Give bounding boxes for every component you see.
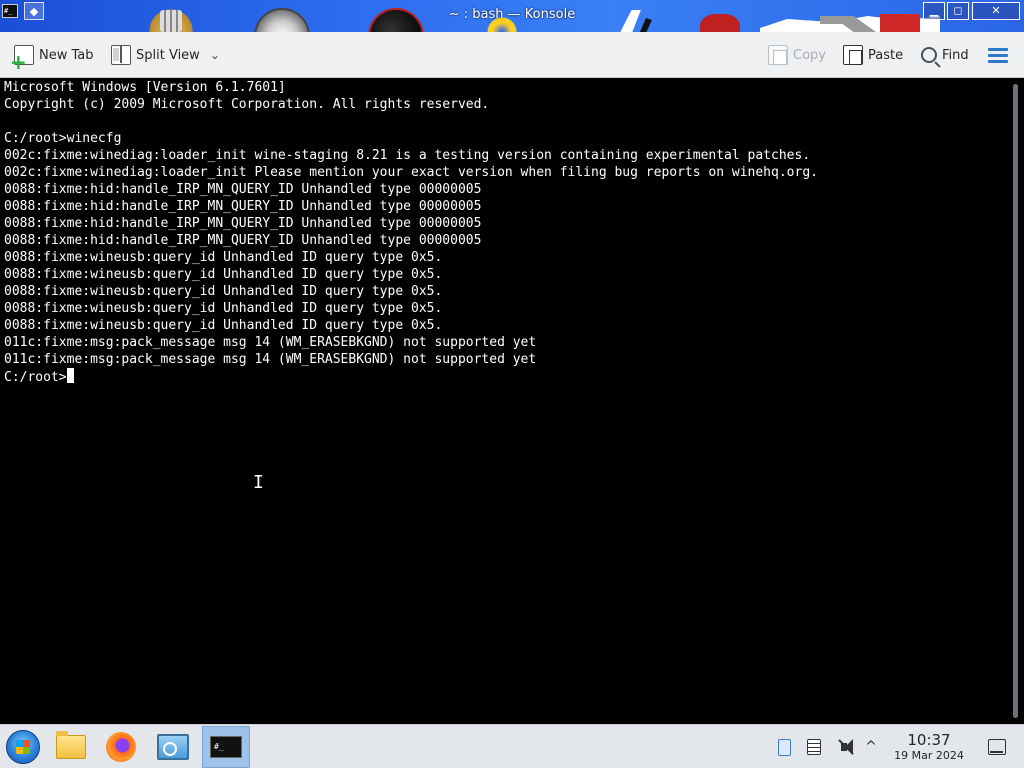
copy-button[interactable]: Copy	[768, 42, 826, 68]
close-button[interactable]: ✕	[972, 2, 1020, 20]
hamburger-menu-icon	[988, 45, 1008, 66]
tray-clipboard[interactable]	[775, 737, 793, 757]
terminal-line: 011c:fixme:msg:pack_message msg 14 (WM_E…	[4, 352, 537, 367]
chevron-up-icon: ^	[865, 739, 877, 755]
terminal-line: 0088:fixme:wineusb:query_id Unhandled ID…	[4, 267, 443, 282]
chevron-down-icon[interactable]: ⌄	[210, 48, 220, 62]
show-desktop-button[interactable]	[988, 739, 1006, 755]
window-titlebar[interactable]: #_ ◆ ~ : bash — Konsole ▁ ◻ ✕	[0, 0, 1024, 32]
terminal-line: 0088:fixme:hid:handle_IRP_MN_QUERY_ID Un…	[4, 233, 482, 248]
taskbar-system-settings[interactable]	[150, 727, 196, 767]
konsole-toolbar: New Tab Split View ⌄ Copy Paste Find	[0, 32, 1024, 78]
find-button[interactable]: Find	[921, 42, 969, 68]
terminal-icon: #_	[210, 736, 242, 758]
new-tab-label: New Tab	[39, 47, 94, 63]
terminal-line: 0088:fixme:hid:handle_IRP_MN_QUERY_ID Un…	[4, 182, 482, 197]
terminal-line: 0088:fixme:wineusb:query_id Unhandled ID…	[4, 301, 443, 316]
terminal-scrollbar[interactable]	[1006, 78, 1024, 724]
taskbar-firefox[interactable]	[98, 727, 144, 767]
paste-button[interactable]: Paste	[843, 42, 903, 68]
paste-label: Paste	[868, 47, 904, 63]
find-label: Find	[942, 47, 969, 63]
tray-expand-button[interactable]: ^	[862, 737, 880, 757]
search-icon	[921, 47, 937, 63]
terminal-line: 0088:fixme:wineusb:query_id Unhandled ID…	[4, 284, 443, 299]
tray-volume[interactable]	[834, 737, 854, 757]
clock-time: 10:37	[907, 731, 951, 749]
terminal-line: Microsoft Windows [Version 6.1.7601]	[4, 80, 286, 95]
maximize-icon: ◻	[953, 4, 963, 17]
split-view-icon	[111, 45, 131, 65]
start-button[interactable]	[0, 727, 46, 767]
new-tab-icon	[10, 45, 34, 72]
terminal-block-cursor	[66, 368, 74, 383]
copy-label: Copy	[793, 47, 826, 63]
terminal-line: 0088:fixme:hid:handle_IRP_MN_QUERY_ID Un…	[4, 199, 482, 214]
terminal-line: 002c:fixme:winediag:loader_init wine-sta…	[4, 148, 811, 163]
clock-date: 19 Mar 2024	[894, 749, 964, 762]
terminal-line: C:/root>winecfg	[4, 131, 122, 146]
folder-icon	[56, 731, 86, 759]
minimize-button[interactable]: ▁	[923, 2, 945, 20]
terminal-line: 0088:fixme:wineusb:query_id Unhandled ID…	[4, 318, 443, 333]
taskbar: #_ ^ 10:37 19 Mar 2024	[0, 724, 1024, 768]
terminal-output[interactable]: Microsoft Windows [Version 6.1.7601] Copy…	[0, 78, 1006, 724]
tray-disks[interactable]	[805, 737, 823, 757]
close-icon: ✕	[991, 4, 1001, 17]
terminal-line: 002c:fixme:winediag:loader_init Please m…	[4, 165, 818, 180]
split-view-button[interactable]: Split View ⌄	[111, 42, 220, 68]
hamburger-menu-button[interactable]	[988, 45, 1012, 65]
terminal-line: 011c:fixme:msg:pack_message msg 14 (WM_E…	[4, 335, 537, 350]
maximize-button[interactable]: ◻	[947, 2, 969, 20]
taskbar-konsole[interactable]: #_	[202, 726, 250, 768]
scrollbar-thumb[interactable]	[1013, 84, 1018, 718]
split-view-label: Split View	[136, 47, 200, 63]
new-tab-button[interactable]: New Tab	[10, 42, 94, 72]
paste-icon	[843, 45, 863, 65]
taskbar-file-manager[interactable]	[48, 727, 94, 767]
terminal-line: 0088:fixme:wineusb:query_id Unhandled ID…	[4, 250, 443, 265]
terminal-prompt-line: C:/root>	[4, 368, 1002, 385]
drive-icon	[807, 739, 821, 755]
start-orb-icon	[6, 730, 40, 764]
clipboard-icon	[777, 738, 791, 756]
minimize-icon: ▁	[929, 4, 939, 17]
firefox-icon	[106, 732, 136, 762]
terminal-prompt: C:/root>	[4, 370, 67, 385]
digital-clock[interactable]: 10:37 19 Mar 2024	[887, 732, 971, 763]
terminal-line: Copyright (c) 2009 Microsoft Corporation…	[4, 97, 490, 112]
system-settings-icon	[157, 734, 189, 760]
window-title: ~ : bash — Konsole	[448, 7, 576, 22]
copy-icon	[768, 45, 788, 65]
terminal-line: 0088:fixme:hid:handle_IRP_MN_QUERY_ID Un…	[4, 216, 482, 231]
text-cursor-ibeam-icon: I	[253, 472, 264, 493]
